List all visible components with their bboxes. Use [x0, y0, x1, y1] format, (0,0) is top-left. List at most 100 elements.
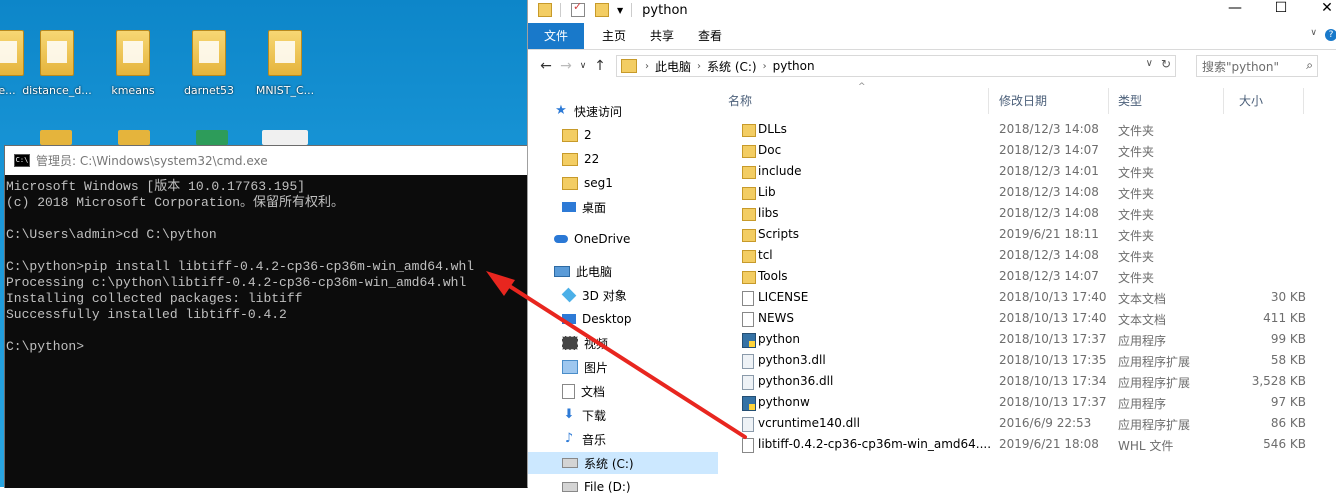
file-row[interactable]: DLLs 2018/12/3 14:08 文件夹	[718, 119, 1318, 140]
desktop-icon-partial[interactable]	[118, 130, 150, 145]
nav-item[interactable]: File (D:)	[528, 476, 718, 498]
file-icon	[742, 312, 754, 327]
cube-icon	[561, 287, 577, 303]
nav-item[interactable]: 此电脑	[528, 260, 718, 282]
file-row[interactable]: libs 2018/12/3 14:08 文件夹	[718, 203, 1318, 224]
nav-item[interactable]: 视频	[528, 332, 718, 354]
refresh-icon[interactable]: ↻	[1161, 57, 1171, 71]
file-size: 30 KB	[1270, 290, 1306, 304]
desktop-icon-partial[interactable]	[196, 130, 228, 145]
desktop-icon[interactable]: distance_d...	[20, 30, 94, 97]
column-header-modified[interactable]: 修改日期	[999, 86, 1047, 114]
nav-item[interactable]: 22	[528, 148, 718, 170]
breadcrumb-drive-c[interactable]: 系统 (C:)	[703, 58, 761, 75]
file-row[interactable]: libtiff-0.4.2-cp36-cp36m-win_amd64.... 20…	[718, 434, 1318, 455]
exe-icon	[742, 333, 756, 348]
file-row[interactable]: Lib 2018/12/3 14:08 文件夹	[718, 182, 1318, 203]
file-row[interactable]: tcl 2018/12/3 14:08 文件夹	[718, 245, 1318, 266]
new-folder-icon[interactable]	[595, 3, 609, 17]
drive-icon	[562, 482, 578, 492]
file-name: Lib	[758, 185, 776, 199]
file-row[interactable]: python3.dll 2018/10/13 17:35 应用程序扩展 58 KB	[718, 350, 1318, 371]
nav-item-label: File (D:)	[584, 480, 631, 494]
file-row[interactable]: Tools 2018/12/3 14:07 文件夹	[718, 266, 1318, 287]
close-button[interactable]: ✕	[1304, 0, 1336, 18]
pic-icon	[562, 360, 578, 374]
folder-icon	[538, 3, 552, 17]
back-button[interactable]: ←	[536, 58, 556, 74]
console-output[interactable]: Microsoft Windows [版本 10.0.17763.195] (c)…	[5, 175, 527, 355]
address-dropdown-icon[interactable]: ∨	[1146, 58, 1153, 69]
nav-item[interactable]: 桌面	[528, 196, 718, 218]
tab-view[interactable]: 查看	[686, 23, 734, 49]
tab-file[interactable]: 文件	[528, 23, 585, 49]
nav-item[interactable]: ♪ 音乐	[528, 428, 718, 450]
customize-toolbar-icon[interactable]: ▼	[617, 6, 623, 15]
up-button[interactable]: ↑	[590, 58, 610, 74]
file-type: 文件夹	[1118, 187, 1155, 201]
nav-item[interactable]: OneDrive	[528, 228, 718, 250]
properties-icon[interactable]	[571, 0, 585, 17]
file-row[interactable]: NEWS 2018/10/13 17:40 文本文档 411 KB	[718, 308, 1318, 329]
breadcrumb-python[interactable]: python	[769, 59, 819, 73]
breadcrumb-this-pc[interactable]: 此电脑	[651, 58, 695, 75]
file-name: Tools	[758, 269, 788, 283]
tab-home[interactable]: 主页	[590, 23, 638, 49]
folder-icon	[742, 229, 756, 242]
column-header-name[interactable]: 名称	[728, 86, 752, 114]
search-input[interactable]: 搜索"python" ⌕	[1196, 55, 1318, 77]
folder-icon	[562, 176, 578, 190]
nav-item[interactable]: 2	[528, 124, 718, 146]
desktop-icon[interactable]: MNIST_C...	[248, 30, 322, 97]
desktop-icon-label: darnet53	[183, 84, 235, 97]
nav-item-label: seg1	[584, 176, 613, 190]
file-icon	[742, 438, 754, 453]
cmd-titlebar[interactable]: C:\ 管理员: C:\Windows\system32\cmd.exe	[5, 146, 527, 175]
file-row[interactable]: include 2018/12/3 14:01 文件夹	[718, 161, 1318, 182]
nav-item[interactable]: ★ 快速访问	[528, 100, 718, 122]
nav-item-label: 下载	[582, 408, 607, 423]
file-row[interactable]: python36.dll 2018/10/13 17:34 应用程序扩展 3,528 …	[718, 371, 1318, 392]
file-row[interactable]: Scripts 2019/6/21 18:11 文件夹	[718, 224, 1318, 245]
desktop-icon-partial[interactable]	[40, 130, 72, 145]
explorer-titlebar[interactable]: ▼ python — ☐ ✕	[528, 0, 1336, 20]
file-explorer-window[interactable]: ▼ python — ☐ ✕ 文件 主页 共享 查看 ∨ ? ← → ∨ ↑ ›…	[527, 0, 1336, 494]
nav-item[interactable]: ⬇ 下载	[528, 404, 718, 426]
file-type: 文件夹	[1118, 250, 1155, 264]
nav-item[interactable]: 系统 (C:)	[528, 452, 718, 474]
desktop-icon[interactable]: darnet53	[172, 30, 246, 97]
search-icon: ⌕	[1306, 58, 1313, 72]
desktop-icon[interactable]: kmeans	[96, 30, 170, 97]
tab-share[interactable]: 共享	[638, 23, 686, 49]
sort-ascending-icon: ^	[858, 82, 866, 92]
nav-item[interactable]: seg1	[528, 172, 718, 194]
maximize-button[interactable]: ☐	[1258, 0, 1304, 18]
file-type: 应用程序扩展	[1118, 418, 1191, 432]
file-row[interactable]: pythonw 2018/10/13 17:37 应用程序 97 KB	[718, 392, 1318, 413]
minimize-button[interactable]: —	[1212, 0, 1258, 18]
file-name: python3.dll	[758, 353, 826, 367]
file-icon	[742, 291, 754, 306]
dll-icon	[742, 417, 754, 432]
recent-locations-button[interactable]: ∨	[576, 61, 590, 71]
column-header-type[interactable]: 类型	[1118, 86, 1142, 114]
address-bar[interactable]: › 此电脑 › 系统 (C:) › python ∨ ↻	[616, 55, 1176, 77]
file-row[interactable]: vcruntime140.dll 2016/6/9 22:53 应用程序扩展 86 K…	[718, 413, 1318, 434]
file-row[interactable]: python 2018/10/13 17:37 应用程序 99 KB	[718, 329, 1318, 350]
folder-icon	[192, 30, 226, 76]
nav-item[interactable]: 3D 对象	[528, 284, 718, 306]
forward-button[interactable]: →	[556, 58, 576, 74]
nav-item[interactable]: Desktop	[528, 308, 718, 330]
file-row[interactable]: LICENSE 2018/10/13 17:40 文本文档 30 KB	[718, 287, 1318, 308]
nav-item[interactable]: 文档	[528, 380, 718, 402]
help-icon[interactable]: ?	[1325, 29, 1336, 41]
console-line: Successfully installed libtiff-0.4.2	[6, 307, 287, 322]
file-type: 文件夹	[1118, 229, 1155, 243]
expand-ribbon-icon[interactable]: ∨	[1310, 28, 1317, 38]
file-row[interactable]: Doc 2018/12/3 14:07 文件夹	[718, 140, 1318, 161]
nav-item[interactable]: 图片	[528, 356, 718, 378]
column-header-size[interactable]: 大小	[1239, 86, 1263, 114]
cmd-window[interactable]: C:\ 管理员: C:\Windows\system32\cmd.exe Mic…	[4, 145, 528, 488]
desktop-icon-partial[interactable]	[262, 130, 308, 145]
